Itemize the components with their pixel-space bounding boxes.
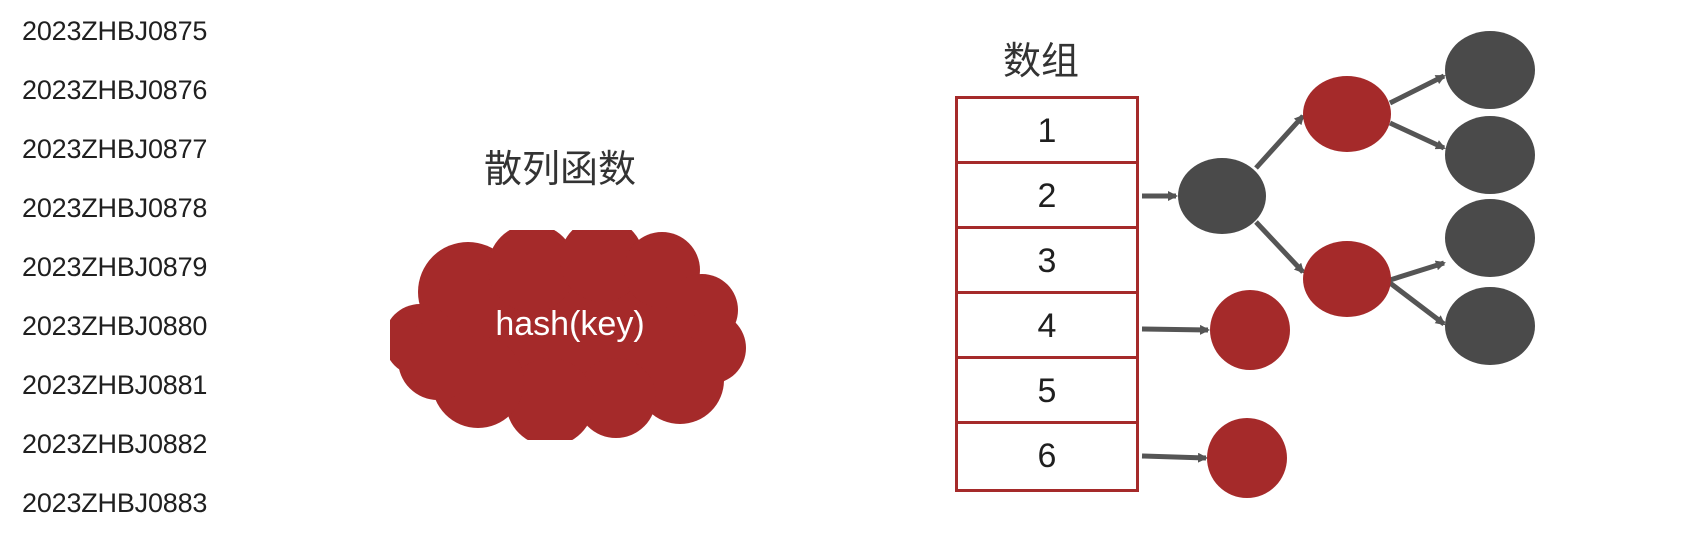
- array-slot: 3: [958, 229, 1136, 294]
- node-red-bottom: [1303, 241, 1391, 317]
- arrow-root-to-red-top: [1254, 114, 1305, 170]
- array-slot: 6: [1037, 437, 1057, 475]
- hash-label: hash(key): [495, 305, 645, 343]
- arrow-red-bottom-to-gray-4: [1388, 281, 1446, 326]
- array-table: 1 2 3 4 5 6: [955, 96, 1139, 492]
- key-list: 2023ZHBJ0875 2023ZHBJ0876 2023ZHBJ0877 2…: [22, 12, 207, 543]
- node-red-slot4: [1210, 290, 1290, 370]
- arrow-slot4-to-red: [1141, 324, 1210, 335]
- node-gray-3: [1445, 199, 1535, 277]
- hash-function-title: 散列函数: [484, 147, 637, 191]
- arrow-root-to-red-bottom: [1254, 220, 1305, 274]
- array-slot: 4: [958, 294, 1136, 359]
- node-gray-1: [1445, 31, 1535, 109]
- key-item: 2023ZHBJ0878: [22, 193, 208, 223]
- array-slot: 1: [958, 99, 1136, 164]
- node-gray-2: [1445, 116, 1535, 194]
- array-slot: 5: [958, 359, 1136, 424]
- key-item: 2023ZHBJ0880: [22, 311, 208, 341]
- arrow-red-bottom-to-gray-3: [1389, 260, 1446, 283]
- arrow-slot6-to-red: [1141, 452, 1208, 463]
- key-item: 2023ZHBJ0877: [22, 134, 208, 164]
- node-red-top: [1303, 76, 1391, 152]
- key-item: 2023ZHBJ0879: [22, 252, 208, 282]
- array-slot: 2: [958, 164, 1136, 229]
- node-red-slot6: [1207, 418, 1287, 498]
- arrow-red-top-to-gray-2: [1388, 120, 1446, 151]
- node-root-gray: [1178, 158, 1266, 234]
- key-item: 2023ZHBJ0876: [22, 75, 208, 105]
- key-item: 2023ZHBJ0882: [22, 429, 208, 459]
- key-item: 2023ZHBJ0883: [22, 488, 208, 518]
- bucket-graph: [1141, 31, 1535, 498]
- node-gray-4: [1445, 287, 1535, 365]
- key-item: 2023ZHBJ0875: [22, 16, 208, 46]
- array-title: 数组: [1003, 39, 1080, 83]
- arrow-red-top-to-gray-1: [1388, 73, 1446, 106]
- key-item: 2023ZHBJ0881: [22, 370, 208, 400]
